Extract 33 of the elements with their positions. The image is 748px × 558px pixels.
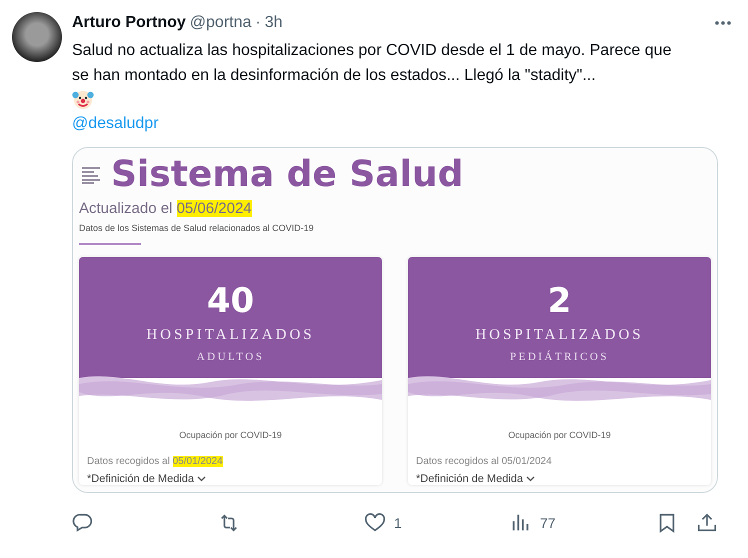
- stat-sublabel: ADULTOS: [196, 351, 266, 363]
- dashboard-subtitle: Datos de los Sistemas de Salud relacionados al COVID-19: [79, 223, 315, 233]
- stat-value: 2: [546, 281, 572, 321]
- stat-label: HOSPITALIZADOS: [474, 327, 645, 344]
- menu-icon: [81, 166, 101, 184]
- stat-label: HOSPITALIZADOS: [145, 327, 316, 344]
- avatar[interactable]: [12, 12, 62, 62]
- heart-icon[interactable]: [364, 512, 386, 534]
- like-count: 1: [394, 515, 402, 531]
- author-handle[interactable]: @portna: [190, 14, 252, 32]
- separator: ·: [255, 14, 261, 32]
- dashboard-title: Sistema de Salud: [111, 154, 464, 196]
- share-icon[interactable]: [696, 512, 718, 534]
- views-count: 77: [540, 515, 556, 531]
- author-name[interactable]: Arturo Portnoy: [72, 14, 186, 32]
- definition-dropdown[interactable]: *Definición de Medida: [408, 473, 536, 485]
- stat-sublabel: PEDIÁTRICOS: [508, 351, 610, 363]
- caption: Ocupación por COVID-19: [178, 430, 283, 440]
- stat-value: 40: [206, 281, 256, 321]
- more-options-icon[interactable]: [714, 20, 732, 26]
- caret-icon[interactable]: [197, 476, 206, 482]
- collected-date-text: Datos recogidos al 05/01/2024: [415, 456, 553, 467]
- tweet-text: Salud no actualiza las hospitalizaciones por COVID desde el 1 de mayo. Parece que se han montado en la desinformación de los estados... Llegó la "stadity"...: [72, 41, 672, 86]
- clown-face-icon: [72, 89, 94, 111]
- repost-icon[interactable]: [218, 512, 240, 534]
- definition-dropdown[interactable]: *Definición de Medida: [79, 473, 206, 485]
- caret-icon[interactable]: [526, 476, 536, 482]
- timestamp[interactable]: 3h: [264, 14, 283, 32]
- embedded-screenshot[interactable]: [72, 147, 718, 493]
- reply-icon[interactable]: [72, 512, 94, 534]
- caption: Ocupación por COVID-19: [507, 430, 612, 440]
- collected-date-text: Datos recogidos al 05/01/2024: [86, 456, 224, 467]
- updated-text: Actualizado el 05/06/2024: [79, 200, 253, 217]
